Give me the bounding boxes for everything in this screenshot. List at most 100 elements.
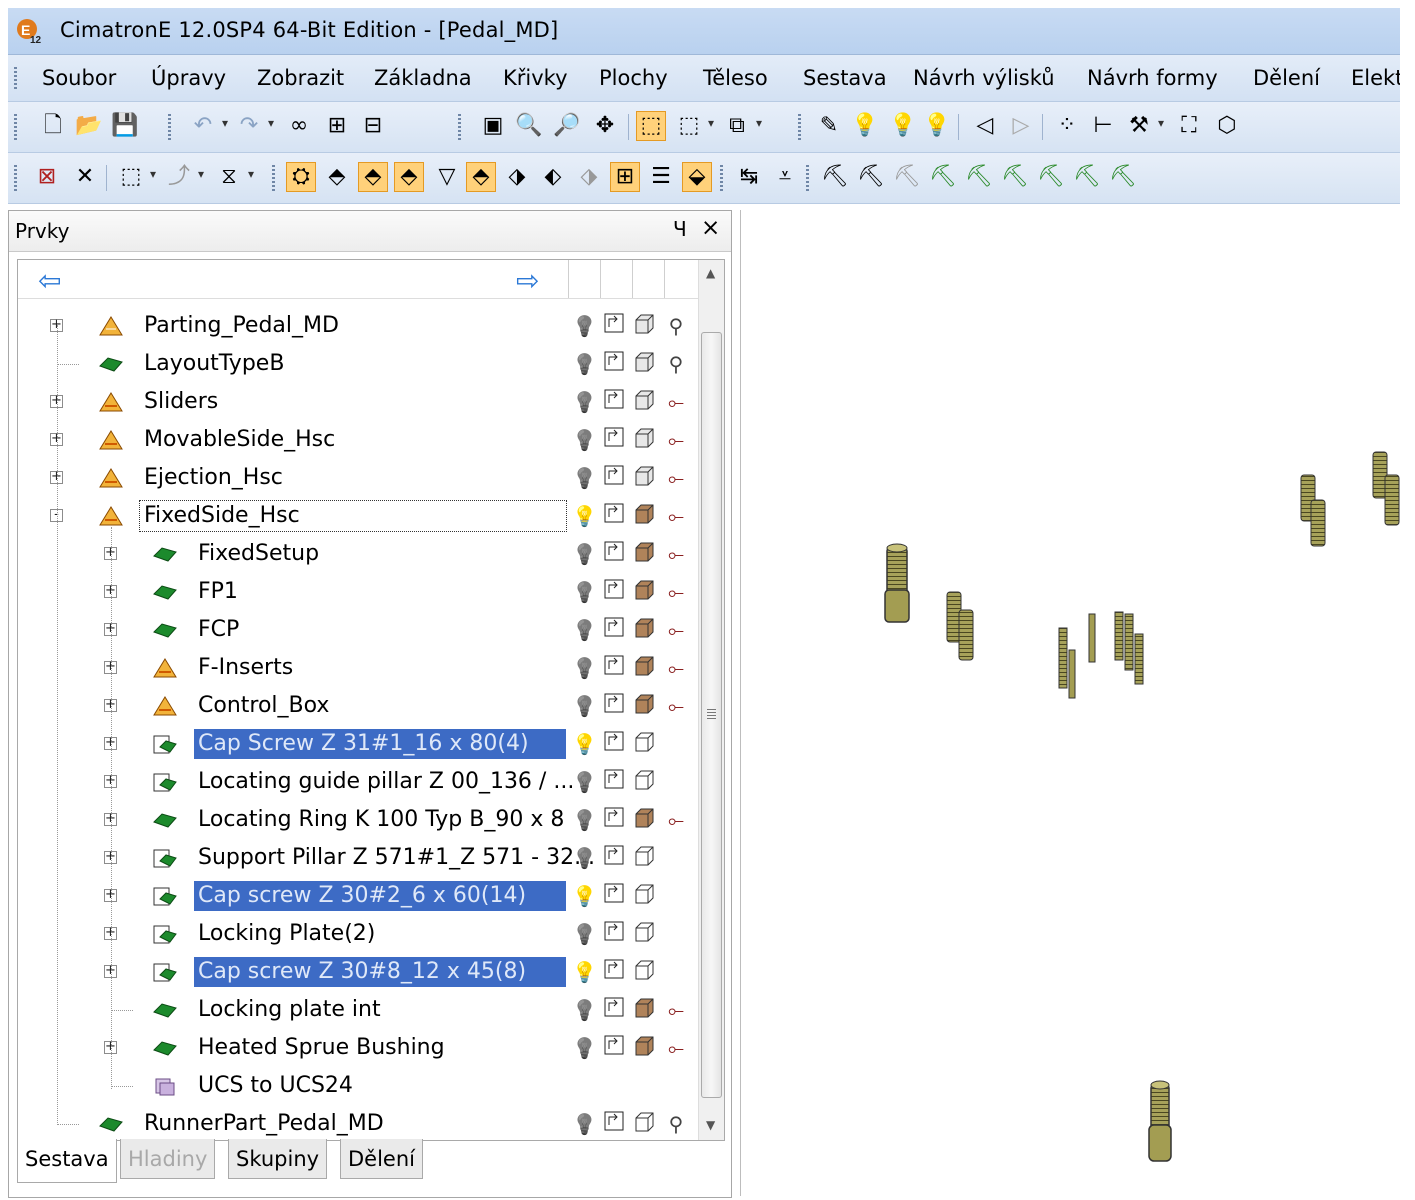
tab-hladiny[interactable]: Hladiny (120, 1139, 216, 1179)
show-body-icon[interactable] (632, 693, 656, 719)
fix-pin-icon[interactable]: ⟜ (664, 389, 688, 415)
cap-screw-pair[interactable] (946, 591, 974, 661)
undo-dropdown-icon[interactable]: ▾ (222, 116, 228, 130)
tree-row[interactable]: + Support Pillar Z 571#1_Z 571 - 32... 💡 (18, 839, 698, 877)
menu-elekt[interactable]: Elekt (1351, 66, 1400, 90)
bulb-off-icon[interactable]: 💡 (572, 769, 597, 795)
tree-item-label[interactable]: Cap screw Z 30#2_6 x 60(14) (194, 881, 566, 911)
filter-all-icon[interactable]: ⊞ (610, 162, 640, 192)
bulb-off-icon[interactable]: 💡 (572, 845, 597, 871)
fix-pin-icon[interactable]: ⟜ (664, 541, 688, 567)
menu-zobrazit[interactable]: Zobrazit (257, 66, 344, 90)
magnifier-icon[interactable]: ⚲ (664, 313, 688, 339)
tree-row[interactable]: - FixedSide_Hsc 💡 ⟜ (18, 497, 698, 535)
tree-row[interactable]: RunnerPart_Pedal_MD 💡 ⚲ (18, 1105, 698, 1140)
distance-icon[interactable]: ⊢ (1088, 111, 1118, 141)
menubar-grip[interactable] (14, 67, 17, 89)
tree-row[interactable]: + Control_Box 💡 ⟜ (18, 687, 698, 725)
show-body-icon[interactable] (632, 883, 656, 909)
fix-pin-icon[interactable]: ⟜ (664, 579, 688, 605)
show-body-icon[interactable] (632, 313, 656, 339)
filter-vertex-icon[interactable]: ▽ (432, 162, 462, 192)
filter-sketch-icon[interactable]: ⬖ (538, 162, 568, 192)
view-glasses-icon[interactable]: ∞ (284, 111, 314, 141)
tree-row[interactable]: + FCP 💡 ⟜ (18, 611, 698, 649)
toolbar-grip[interactable] (14, 114, 17, 140)
select-chain-icon[interactable]: ⤴ (164, 162, 194, 192)
magnifier-icon[interactable]: ⚲ (664, 1111, 688, 1137)
activate-icon[interactable] (602, 845, 626, 871)
activate-icon[interactable] (602, 503, 626, 529)
select-box-icon[interactable]: ⬚ (116, 162, 146, 192)
mold-tool-5-icon[interactable]: ⛏ (964, 162, 994, 192)
previous-icon[interactable]: ◁ (970, 111, 1000, 141)
menu-upravy[interactable]: Úpravy (151, 66, 226, 90)
bulb-off-icon[interactable]: 💡 (572, 389, 597, 415)
show-body-icon[interactable] (632, 959, 656, 985)
fix-pin-icon[interactable]: ⟜ (664, 655, 688, 681)
fix-pin-icon[interactable]: ⟜ (664, 503, 688, 529)
tree-item-label[interactable]: Cap screw Z 30#8_12 x 45(8) (194, 957, 566, 987)
show-body-icon[interactable] (632, 845, 656, 871)
tree-row[interactable]: Locking plate int 💡 ⟜ (18, 991, 698, 1029)
new-file-icon[interactable]: 🗋 (38, 111, 68, 141)
toolbar-grip[interactable] (798, 114, 801, 140)
tree-item-label[interactable]: Locking plate int (194, 995, 385, 1025)
fix-pin-icon[interactable]: ⟜ (664, 997, 688, 1023)
bulb-toggle-icon[interactable]: 💡 (922, 111, 952, 141)
feature-dropdown-icon[interactable]: ▾ (1158, 116, 1164, 130)
activate-icon[interactable] (602, 1111, 626, 1137)
menu-teleso[interactable]: Těleso (703, 66, 768, 90)
render-dropdown-icon[interactable]: ▾ (708, 116, 714, 130)
mold-tool-1-icon[interactable]: ⛏ (820, 162, 850, 192)
show-body-icon[interactable] (632, 465, 656, 491)
show-body-icon[interactable] (632, 655, 656, 681)
deselect-icon[interactable]: ✕ (70, 162, 100, 192)
filter-edge-icon[interactable]: ⬘ (394, 162, 424, 192)
bulb-off-icon[interactable]: 💡 (572, 579, 597, 605)
scroll-thumb[interactable] (701, 332, 722, 1098)
view-dropdown-icon[interactable]: ▾ (756, 116, 762, 130)
column-header[interactable] (632, 260, 633, 298)
tree-item-label[interactable]: MovableSide_Hsc (140, 425, 339, 455)
bulb-off-icon[interactable]: 💡 (572, 465, 597, 491)
show-body-icon[interactable] (632, 427, 656, 453)
bulb-off-icon[interactable]: 💡 (572, 351, 597, 377)
activate-icon[interactable] (602, 313, 626, 339)
component-icon[interactable]: ⛶ (1174, 111, 1204, 141)
show-body-icon[interactable] (632, 579, 656, 605)
toolbar-grip[interactable] (806, 165, 809, 191)
next-icon[interactable]: ▷ (1006, 111, 1036, 141)
pin-icon[interactable]: Ч (673, 217, 687, 241)
bulb-off-icon[interactable]: 💡 (572, 693, 597, 719)
pick-filter-set-icon[interactable]: ⩡ (770, 162, 800, 192)
filter-assembly-icon[interactable]: ⛭ (286, 162, 316, 192)
activate-icon[interactable] (602, 617, 626, 643)
column-header[interactable] (600, 260, 601, 298)
column-header[interactable] (568, 260, 569, 298)
tree-item-label[interactable]: FCP (194, 615, 243, 645)
fix-pin-icon[interactable]: ⟜ (664, 617, 688, 643)
magnifier-icon[interactable]: ⚲ (664, 351, 688, 377)
activate-icon[interactable] (602, 351, 626, 377)
tree-row[interactable]: + Heated Sprue Bushing 💡 ⟜ (18, 1029, 698, 1067)
activate-icon[interactable] (602, 959, 626, 985)
bulb-off-icon[interactable]: 💡 (572, 1035, 597, 1061)
mold-tool-9-icon[interactable]: ⛏ (1108, 162, 1138, 192)
filter-set-icon[interactable]: ⬗ (574, 162, 604, 192)
tree-item-label[interactable]: LayoutTypeB (140, 349, 288, 379)
tree-row[interactable]: + Cap Screw Z 31#1_16 x 80(4) 💡 (18, 725, 698, 763)
select-chain-dropdown-icon[interactable]: ▾ (198, 167, 204, 181)
show-body-icon[interactable] (632, 997, 656, 1023)
fix-pin-icon[interactable]: ⟜ (664, 427, 688, 453)
close-icon[interactable]: × (701, 215, 720, 241)
column-header[interactable] (664, 260, 665, 298)
show-body-icon[interactable] (632, 503, 656, 529)
cimatron-app-icon[interactable]: E 12 (16, 18, 42, 44)
tree-row[interactable]: + MovableSide_Hsc 💡 ⟜ (18, 421, 698, 459)
tree-row[interactable]: + Cap screw Z 30#2_6 x 60(14) 💡 (18, 877, 698, 915)
tree-item-label[interactable]: RunnerPart_Pedal_MD (140, 1109, 388, 1139)
arrow-left-icon[interactable]: ⇦ (38, 264, 61, 297)
activate-icon[interactable] (602, 921, 626, 947)
filter-curve-icon[interactable]: ⬘ (466, 162, 496, 192)
